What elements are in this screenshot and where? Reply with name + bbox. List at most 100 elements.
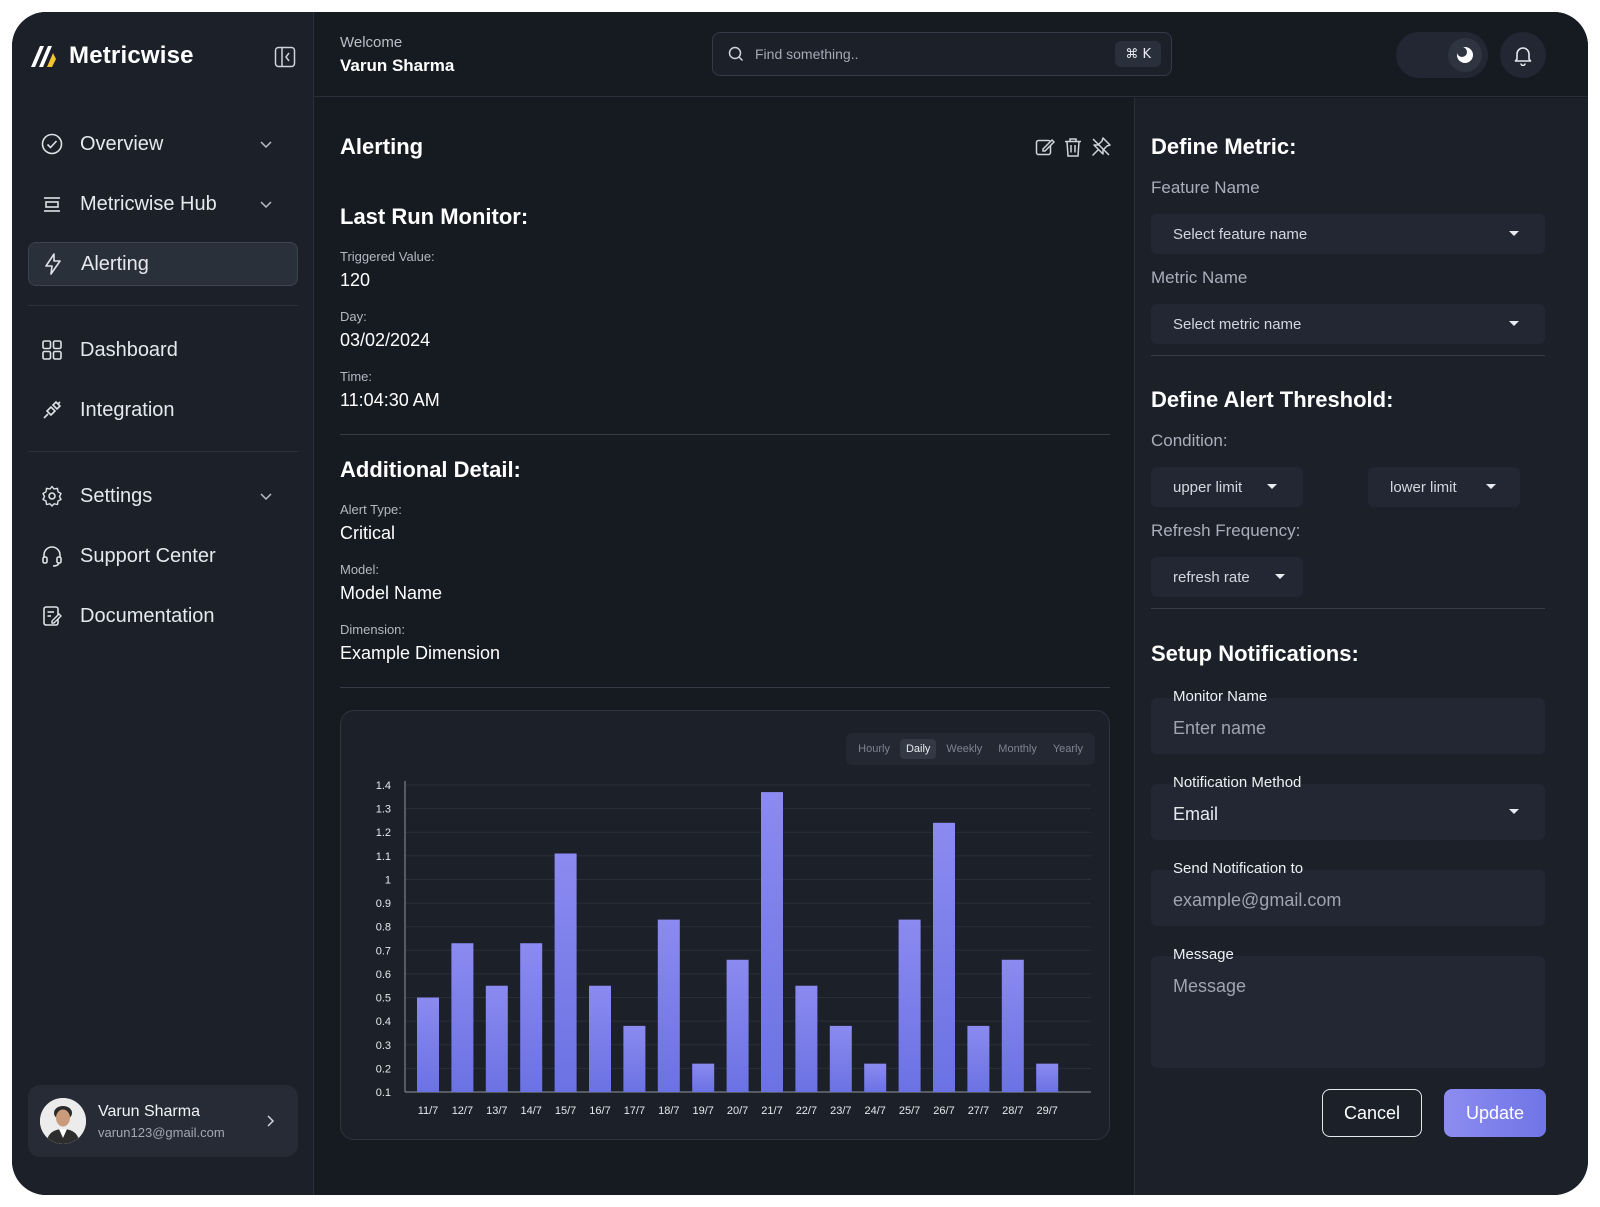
logo[interactable]: Metricwise (29, 40, 194, 72)
y-tick-label: 1.3 (376, 804, 391, 816)
chart-bar[interactable] (726, 959, 749, 1092)
sidebar-item-label: Overview (80, 132, 164, 155)
y-tick-label: 0.8 (376, 922, 391, 934)
sidebar-item-label: Dashboard (80, 338, 178, 361)
x-tick-label: 14/7 (520, 1105, 541, 1117)
chart-bar[interactable] (898, 919, 921, 1092)
avatar (40, 1098, 86, 1144)
sidebar-item-documentation[interactable]: Documentation (28, 594, 298, 638)
chart-bar[interactable] (692, 1063, 715, 1092)
edit-icon[interactable] (1034, 136, 1056, 158)
panel-divider (1151, 355, 1545, 356)
tab-weekly[interactable]: Weekly (940, 739, 988, 759)
pin-off-icon[interactable] (1090, 136, 1112, 158)
alert-actions (1034, 136, 1112, 158)
monitor-name-label: Monitor Name (1173, 688, 1268, 705)
plug-icon (43, 400, 62, 419)
tab-daily[interactable]: Daily (899, 739, 937, 759)
chart-bar[interactable] (485, 985, 508, 1092)
sidebar-item-integration[interactable]: Integration (28, 388, 298, 432)
setup-notifications-title: Setup Notifications: (1151, 641, 1359, 666)
top-bar: Welcome Varun Sharma Find something.. ⌘ … (314, 12, 1588, 97)
alert-type-value: Critical (340, 523, 396, 543)
theme-toggle[interactable] (1396, 32, 1488, 78)
chart-bar[interactable] (451, 943, 474, 1092)
user-profile-card[interactable]: Varun Sharma varun123@gmail.com (28, 1085, 298, 1157)
chart-bar[interactable] (554, 853, 577, 1092)
section-divider (340, 687, 1110, 688)
chart-bar[interactable] (967, 1025, 990, 1092)
message-field[interactable]: Message Message (1151, 946, 1545, 1068)
notifications-button[interactable] (1500, 32, 1546, 78)
dimension-label: Dimension: (340, 622, 406, 637)
monitor-name-input[interactable]: Enter name (1173, 718, 1266, 739)
sidebar-item-overview[interactable]: Overview (28, 122, 298, 166)
send-notification-field[interactable]: Send Notification to example@gmail.com (1151, 860, 1545, 926)
x-tick-label: 15/7 (555, 1105, 576, 1117)
grid-icon (42, 340, 62, 360)
caret-down-icon (1486, 484, 1496, 489)
user-info: Varun Sharma varun123@gmail.com (98, 1103, 225, 1140)
update-button[interactable]: Update (1444, 1089, 1546, 1137)
refresh-frequency-label: Refresh Frequency: (1151, 521, 1301, 540)
x-tick-label: 17/7 (624, 1105, 645, 1117)
chart-bar[interactable] (1036, 1063, 1059, 1092)
x-tick-label: 23/7 (830, 1105, 851, 1117)
sidebar-item-dashboard[interactable]: Dashboard (28, 328, 298, 372)
chart-bar[interactable] (864, 1063, 887, 1092)
shortcut-badge: ⌘ K (1115, 41, 1161, 67)
caret-down-icon (1509, 231, 1519, 236)
message-textarea[interactable]: Message (1173, 976, 1246, 997)
caret-down-icon (1275, 574, 1285, 579)
x-tick-label: 18/7 (658, 1105, 679, 1117)
delete-icon[interactable] (1062, 136, 1084, 158)
refresh-rate-select[interactable]: refresh rate (1151, 557, 1303, 597)
main-content: Alerting Last Run Monitor: Triggered Val… (314, 98, 1134, 1195)
refresh-rate-value: refresh rate (1173, 568, 1250, 586)
monitor-name-field[interactable]: Monitor Name Enter name (1151, 688, 1545, 754)
chart-bar[interactable] (761, 792, 783, 1092)
feature-name-select[interactable]: Select feature name (1151, 214, 1545, 254)
lower-limit-select[interactable]: lower limit (1368, 467, 1520, 507)
additional-detail-title: Additional Detail: (340, 457, 521, 482)
sidebar-item-settings[interactable]: Settings (28, 474, 298, 518)
y-tick-label: 0.7 (376, 945, 391, 957)
tab-hourly[interactable]: Hourly (852, 739, 896, 759)
sidebar: Metricwise Overview Metricwise Hub Alert… (12, 12, 314, 1195)
x-tick-label: 27/7 (968, 1105, 989, 1117)
cancel-button[interactable]: Cancel (1322, 1089, 1422, 1137)
chart-bar[interactable] (520, 943, 543, 1092)
upper-limit-select[interactable]: upper limit (1151, 467, 1303, 507)
sidebar-item-alerting[interactable]: Alerting (28, 242, 298, 286)
time-value: 11:04:30 AM (340, 390, 440, 410)
send-notification-input[interactable]: example@gmail.com (1173, 890, 1341, 911)
y-tick-label: 1 (385, 874, 391, 886)
tab-monthly[interactable]: Monthly (992, 739, 1043, 759)
sidebar-item-label: Settings (80, 484, 153, 507)
chart-bar[interactable] (657, 919, 680, 1092)
metric-name-select[interactable]: Select metric name (1151, 304, 1545, 344)
chart-bar[interactable] (589, 985, 611, 1092)
chevron-right-icon (267, 1115, 275, 1127)
chart-bar[interactable] (829, 1025, 852, 1092)
send-notification-label: Send Notification to (1173, 860, 1304, 877)
dimension-value: Example Dimension (340, 643, 501, 663)
user-avatar-icon (40, 1098, 86, 1144)
define-metric-title: Define Metric: (1151, 134, 1297, 159)
tab-yearly[interactable]: Yearly (1047, 739, 1089, 759)
chart-bar[interactable] (1001, 959, 1024, 1092)
y-tick-label: 1.4 (376, 780, 391, 792)
chart-bar[interactable] (623, 1025, 646, 1092)
sidebar-item-metricwise-hub[interactable]: Metricwise Hub (28, 182, 298, 226)
sidebar-item-support-center[interactable]: Support Center (28, 534, 298, 578)
notification-method-select[interactable]: Notification Method Email (1151, 774, 1545, 840)
chart-bar[interactable] (795, 985, 818, 1092)
search-input[interactable]: Find something.. ⌘ K (712, 32, 1172, 76)
chart-bar[interactable] (417, 997, 439, 1092)
metric-name-placeholder: Select metric name (1173, 315, 1302, 333)
x-tick-label: 24/7 (864, 1105, 885, 1117)
triggered-value-label: Triggered Value: (340, 249, 435, 264)
chart-bar[interactable] (933, 822, 955, 1092)
y-tick-label: 0.4 (376, 1016, 391, 1028)
collapse-sidebar-icon[interactable] (274, 46, 296, 68)
